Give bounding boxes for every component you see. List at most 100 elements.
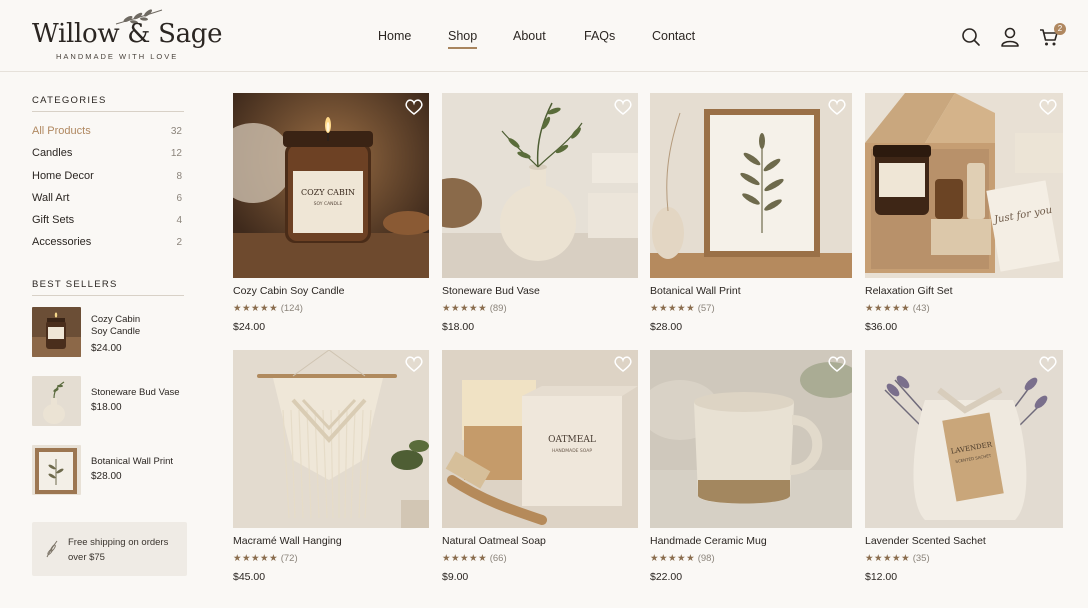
heart-icon[interactable]: [828, 99, 846, 115]
product-card[interactable]: Handmade Ceramic Mug ★★★★★ (98) $22.00: [650, 350, 852, 600]
product-price: $18.00: [442, 321, 475, 333]
category-accessories[interactable]: Accessories 2: [32, 236, 182, 254]
product-rating: ★★★★★ (89): [442, 303, 507, 314]
best-seller-name-line2: Soy Candle: [91, 326, 141, 337]
product-label-text: COZY CABIN: [301, 188, 355, 197]
product-card[interactable]: OATMEAL HANDMADE SOAP Natural Oatmeal So…: [442, 350, 638, 600]
review-count: (124): [280, 303, 303, 314]
product-name[interactable]: Relaxation Gift Set: [865, 285, 953, 297]
cart-count-badge: 2: [1054, 23, 1066, 35]
product-image[interactable]: COZY CABIN SOY CANDLE: [233, 93, 429, 278]
categories-heading: CATEGORIES: [32, 95, 107, 106]
best-seller-name: Stoneware Bud Vase: [91, 387, 180, 398]
category-count: 12: [170, 148, 182, 159]
best-seller-thumbnail: [32, 445, 81, 495]
cart-button[interactable]: 2: [1038, 23, 1066, 48]
main-nav: Home Shop About FAQs Contact: [0, 0, 1088, 72]
heart-icon[interactable]: [614, 356, 632, 372]
product-image[interactable]: [442, 93, 638, 278]
review-count: (35): [912, 553, 930, 564]
star-rating-icon: ★★★★★: [865, 553, 911, 564]
product-name[interactable]: Cozy Cabin Soy Candle: [233, 285, 344, 297]
product-image[interactable]: LAVENDER SCENTED SACHET: [865, 350, 1063, 528]
search-button[interactable]: [960, 26, 982, 48]
product-name[interactable]: Macramé Wall Hanging: [233, 535, 342, 547]
best-seller-price: $24.00: [91, 343, 122, 354]
best-seller-name: Botanical Wall Print: [91, 456, 174, 467]
product-card[interactable]: Stoneware Bud Vase ★★★★★ (89) $18.00: [442, 93, 638, 343]
category-count: 32: [170, 126, 182, 137]
star-rating-icon: ★★★★★: [650, 553, 696, 564]
product-price: $24.00: [233, 321, 266, 333]
product-price: $45.00: [233, 571, 266, 583]
product-image[interactable]: [650, 93, 852, 278]
product-price: $28.00: [650, 321, 683, 333]
heart-icon[interactable]: [1039, 99, 1057, 115]
category-label: Accessories: [32, 236, 92, 248]
star-rating-icon: ★★★★★: [650, 303, 696, 314]
best-seller-item[interactable]: Botanical Wall Print $28.00: [32, 445, 192, 497]
product-price: $9.00: [442, 571, 469, 583]
star-rating-icon: ★★★★★: [865, 303, 911, 314]
category-label: Home Decor: [32, 170, 94, 182]
product-name[interactable]: Lavender Scented Sachet: [865, 535, 986, 547]
account-button[interactable]: [999, 26, 1021, 48]
category-gift-sets[interactable]: Gift Sets 4: [32, 214, 182, 232]
heart-icon[interactable]: [1039, 356, 1057, 372]
star-rating-icon: ★★★★★: [442, 303, 488, 314]
product-image[interactable]: Just for you: [865, 93, 1063, 278]
product-image[interactable]: OATMEAL HANDMADE SOAP: [442, 350, 638, 528]
best-seller-thumbnail: [32, 307, 81, 357]
category-count: 6: [176, 193, 182, 204]
product-label-text: OATMEAL: [548, 435, 596, 445]
product-rating: ★★★★★ (43): [865, 303, 930, 314]
heart-icon[interactable]: [828, 356, 846, 372]
best-seller-item[interactable]: Cozy Cabin Soy Candle $24.00: [32, 307, 192, 359]
nav-shop[interactable]: Shop: [448, 29, 478, 49]
category-count: 4: [176, 215, 182, 226]
review-count: (89): [489, 303, 507, 314]
best-seller-price: $28.00: [91, 471, 122, 482]
shipping-text: Free shipping on orders over $75: [68, 537, 169, 563]
product-card[interactable]: LAVENDER SCENTED SACHET Lavender Scented…: [865, 350, 1063, 600]
shipping-banner: Free shipping on orders over $75: [32, 522, 187, 576]
product-image[interactable]: [233, 350, 429, 528]
product-name[interactable]: Handmade Ceramic Mug: [650, 535, 767, 547]
product-card[interactable]: Botanical Wall Print ★★★★★ (57) $28.00: [650, 93, 852, 343]
product-name[interactable]: Botanical Wall Print: [650, 285, 741, 297]
leaf-icon: [46, 540, 58, 558]
nav-contact[interactable]: Contact: [652, 29, 695, 43]
review-count: (72): [280, 553, 298, 564]
review-count: (43): [912, 303, 930, 314]
category-count: 2: [176, 237, 182, 248]
nav-home[interactable]: Home: [378, 29, 411, 43]
best-sellers-heading: BEST SELLERS: [32, 279, 118, 290]
best-seller-thumbnail: [32, 376, 81, 426]
product-label-subtext: HANDMADE SOAP: [552, 448, 592, 454]
product-price: $36.00: [865, 321, 898, 333]
category-wall-art[interactable]: Wall Art 6: [32, 192, 182, 210]
product-name[interactable]: Natural Oatmeal Soap: [442, 535, 546, 547]
site-header: Willow & Sage HANDMADE WITH LOVE Home Sh…: [0, 0, 1088, 72]
divider: [32, 295, 184, 296]
product-card[interactable]: Macramé Wall Hanging ★★★★★ (72) $45.00: [233, 350, 429, 600]
category-candles[interactable]: Candles 12: [32, 147, 182, 165]
star-rating-icon: ★★★★★: [233, 553, 279, 564]
product-image[interactable]: [650, 350, 852, 528]
heart-icon[interactable]: [405, 356, 423, 372]
product-name[interactable]: Stoneware Bud Vase: [442, 285, 540, 297]
product-rating: ★★★★★ (124): [233, 303, 303, 314]
nav-faqs[interactable]: FAQs: [584, 29, 615, 43]
heart-icon[interactable]: [405, 99, 423, 115]
product-price: $22.00: [650, 571, 683, 583]
review-count: (66): [489, 553, 507, 564]
best-seller-item[interactable]: Stoneware Bud Vase $18.00: [32, 376, 192, 428]
heart-icon[interactable]: [614, 99, 632, 115]
category-home-decor[interactable]: Home Decor 8: [32, 170, 182, 188]
review-count: (57): [697, 303, 715, 314]
product-card[interactable]: COZY CABIN SOY CANDLE Cozy Cabin Soy Can…: [233, 93, 429, 343]
review-count: (98): [697, 553, 715, 564]
category-all-products[interactable]: All Products 32: [32, 125, 182, 143]
product-card[interactable]: Just for you Relaxation Gift Set ★★★★★ (…: [865, 93, 1063, 343]
nav-about[interactable]: About: [513, 29, 546, 43]
